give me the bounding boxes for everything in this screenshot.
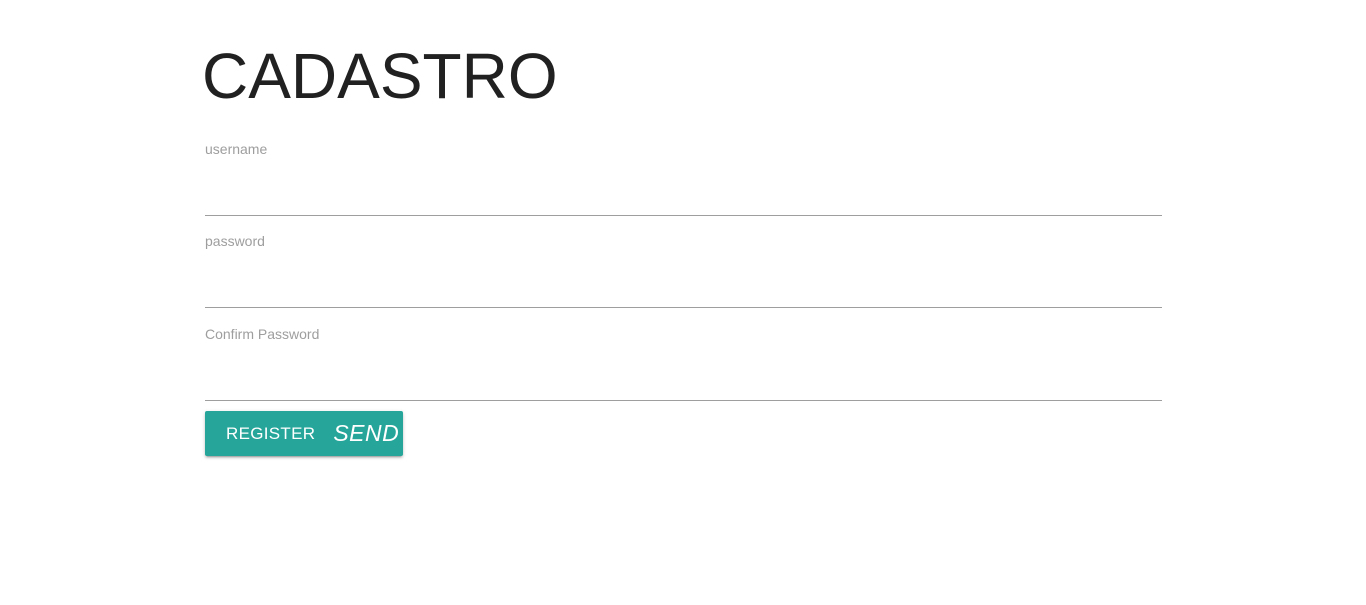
confirm-password-label: Confirm Password bbox=[205, 326, 320, 342]
username-input[interactable] bbox=[205, 176, 1162, 216]
register-button-label: REGISTER bbox=[226, 423, 316, 443]
page: CADASTRO username password Confirm Passw… bbox=[0, 0, 1366, 605]
confirm-password-input[interactable] bbox=[205, 361, 1162, 401]
register-button[interactable]: REGISTER SEND bbox=[205, 411, 403, 456]
username-field: username bbox=[205, 140, 1162, 216]
password-field: password bbox=[205, 232, 1162, 308]
send-icon: SEND bbox=[333, 420, 400, 446]
page-title: CADASTRO bbox=[202, 40, 558, 112]
username-label: username bbox=[205, 141, 268, 157]
password-input[interactable] bbox=[205, 268, 1162, 308]
password-label: password bbox=[205, 233, 265, 249]
confirm-password-field: Confirm Password bbox=[205, 325, 1162, 401]
